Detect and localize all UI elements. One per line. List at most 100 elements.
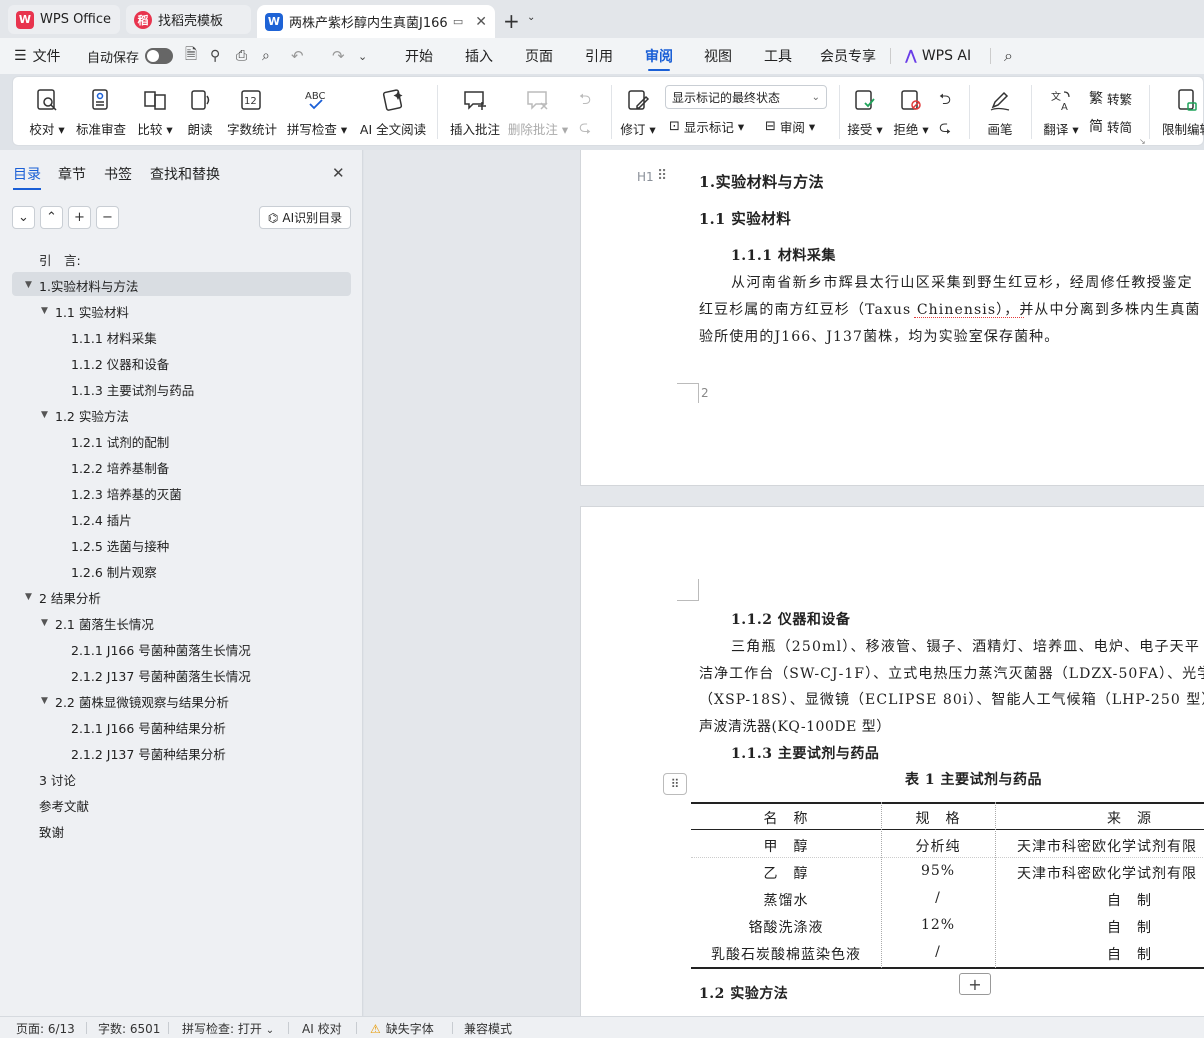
menu-view[interactable]: 视图 xyxy=(704,38,732,74)
read-aloud-button[interactable]: 朗读 xyxy=(183,77,217,147)
table-handle-icon[interactable]: ⠿ xyxy=(663,773,687,795)
chevron-down-icon[interactable]: ⌄ xyxy=(527,12,535,23)
tab-bar: W WPS Office 稻 找稻壳模板 W 两株产紫杉醇内生真菌J166和 ▭… xyxy=(0,0,1204,38)
menu-member[interactable]: 会员专享 xyxy=(820,38,876,74)
toc-item[interactable]: 2.2 菌株显微镜观察与结果分析 xyxy=(55,688,229,714)
print-preview-icon[interactable]: ⌕ xyxy=(262,38,270,74)
ai-read-button[interactable]: AI 全文阅读 xyxy=(355,77,431,147)
toc-item[interactable]: 1.1.1 材料采集 xyxy=(71,324,157,350)
pen-button[interactable]: 画笔 xyxy=(981,77,1019,147)
expand-triangle-icon[interactable]: ▼ xyxy=(41,410,48,420)
expand-up-button[interactable]: ⌃ xyxy=(40,206,63,229)
accept-button[interactable]: 接受 ▾ xyxy=(845,77,885,147)
show-markup-button[interactable]: ⊡ 显示标记 ▾ xyxy=(669,117,744,136)
previous-change-icon[interactable]: ⮌ xyxy=(939,89,951,114)
next-change-icon[interactable]: ⮎ xyxy=(939,117,951,142)
expand-triangle-icon[interactable]: ▼ xyxy=(41,618,48,628)
toc-item[interactable]: 2.1.2 J137 号菌种结果分析 xyxy=(71,740,226,766)
expand-corner-icon[interactable]: ↘ xyxy=(1139,137,1146,146)
tab-bookmarks[interactable]: 书签 xyxy=(104,164,132,184)
proofread-button[interactable]: 校对 ▾ xyxy=(27,77,67,147)
to-traditional-button[interactable]: 繁 转繁 xyxy=(1089,88,1132,108)
redo-icon[interactable]: ↷ xyxy=(332,38,345,74)
print-icon[interactable]: ⎙ xyxy=(236,38,247,74)
search-icon[interactable]: ⌕ xyxy=(1004,38,1013,74)
tab-chapters[interactable]: 章节 xyxy=(58,164,86,184)
remove-heading-button[interactable]: − xyxy=(96,206,119,229)
missing-font-status[interactable]: ⚠ 缺失字体 xyxy=(370,1020,434,1037)
drag-handle-icon[interactable]: ⠿ xyxy=(657,168,667,184)
menu-insert[interactable]: 插入 xyxy=(465,38,493,74)
toc-item[interactable]: 参考文献 xyxy=(39,792,89,818)
close-icon[interactable]: ✕ xyxy=(475,14,487,30)
menu-start[interactable]: 开始 xyxy=(405,38,433,74)
restrict-edit-button[interactable]: 限制编辑 xyxy=(1157,77,1204,147)
expand-triangle-icon[interactable]: ▼ xyxy=(25,280,32,290)
ai-check-status[interactable]: AI 校对 xyxy=(302,1020,342,1037)
toc-item[interactable]: 2 结果分析 xyxy=(39,584,101,610)
toc-item[interactable]: 1.实验材料与方法 xyxy=(39,272,138,298)
file-menu[interactable]: ☰ 文件 xyxy=(14,38,61,74)
menu-review[interactable]: 审阅 xyxy=(645,38,673,74)
toc-item[interactable]: 1.2.6 制片观察 xyxy=(71,558,157,584)
tab-docer[interactable]: 稻 找稻壳模板 xyxy=(126,5,251,34)
tab-document[interactable]: W 两株产紫杉醇内生真菌J166和 ▭ ✕ xyxy=(257,5,495,38)
toc-item[interactable]: 1.2.2 培养基制备 xyxy=(71,454,169,480)
expand-triangle-icon[interactable]: ▼ xyxy=(41,696,48,706)
wps-ai-menu[interactable]: ⋀ WPS AI xyxy=(905,38,971,74)
spell-check-button[interactable]: ABC 拼写检查 ▾ xyxy=(287,77,347,147)
word-count-status[interactable]: 字数: 6501 xyxy=(98,1020,160,1037)
toc-item[interactable]: 2.1.1 J166 号菌种结果分析 xyxy=(71,714,226,740)
insert-comment-button[interactable]: 插入批注 xyxy=(447,77,503,147)
previous-comment-icon[interactable]: ⮌ xyxy=(579,89,591,114)
spell-check-status[interactable]: 拼写检查: 打开 ⌄ xyxy=(182,1020,274,1037)
review-pane-button[interactable]: ⊟ 审阅 ▾ xyxy=(765,117,815,136)
menu-references[interactable]: 引用 xyxy=(585,38,613,74)
page-indicator[interactable]: 页面: 6/13 xyxy=(16,1020,75,1037)
menu-tools[interactable]: 工具 xyxy=(764,38,792,74)
toc-item[interactable]: 1.1 实验材料 xyxy=(55,298,129,324)
collapse-all-button[interactable]: ⌄ xyxy=(12,206,35,229)
add-row-plus-icon[interactable]: + xyxy=(959,973,991,995)
toc-item[interactable]: 2.1 菌落生长情况 xyxy=(55,610,154,636)
toc-item[interactable]: 2.1.2 J137 号菌种菌落生长情况 xyxy=(71,662,251,688)
toc-item[interactable]: 致谢 xyxy=(39,818,64,844)
toc-item[interactable]: 引 言: xyxy=(39,246,81,272)
to-simplified-button[interactable]: 简 转简 xyxy=(1089,116,1132,136)
next-comment-icon[interactable]: ⮎ xyxy=(579,117,591,142)
save-icon[interactable]: 🗎 xyxy=(185,38,197,74)
add-heading-button[interactable]: + xyxy=(68,206,91,229)
undo-icon[interactable]: ↶ xyxy=(291,38,304,74)
menu-page[interactable]: 页面 xyxy=(525,38,553,74)
tab-find-replace[interactable]: 查找和替换 xyxy=(150,164,220,184)
new-tab-plus-icon[interactable]: + xyxy=(503,9,520,33)
toc-item[interactable]: 3 讨论 xyxy=(39,766,76,792)
compare-button[interactable]: 比较 ▾ xyxy=(135,77,175,147)
more-chevron-icon[interactable]: ⌄ xyxy=(358,38,367,74)
markup-select[interactable]: 显示标记的最终状态 ⌄ xyxy=(665,85,827,109)
toc-item[interactable]: 1.2.4 插片 xyxy=(71,506,132,532)
tab-wps-office[interactable]: W WPS Office xyxy=(8,5,120,34)
close-pane-icon[interactable]: ✕ xyxy=(332,164,345,182)
ai-toc-button[interactable]: ⌬ AI识别目录 xyxy=(259,206,351,229)
standard-review-button[interactable]: 标准审查 xyxy=(75,77,127,147)
track-changes-button[interactable]: 修订 ▾ xyxy=(617,77,659,147)
reject-button[interactable]: 拒绝 ▾ xyxy=(891,77,931,147)
toc-item[interactable]: 1.2.3 培养基的灭菌 xyxy=(71,480,182,506)
paragraph-line: 从河南省新乡市辉县太行山区采集到野生红豆杉，经周修任教授鉴定 xyxy=(731,275,1193,291)
toc-item[interactable]: 1.1.2 仪器和设备 xyxy=(71,350,169,376)
toc-item[interactable]: 1.1.3 主要试剂与药品 xyxy=(71,376,194,402)
translate-button[interactable]: 文A 翻译 ▾ xyxy=(1039,77,1083,147)
toc-item[interactable]: 1.2.5 选菌与接种 xyxy=(71,532,169,558)
word-count-button[interactable]: 12 字数统计 xyxy=(225,77,279,147)
toc-item[interactable]: 2.1.1 J166 号菌种菌落生长情况 xyxy=(71,636,251,662)
delete-comment-button[interactable]: 删除批注 ▾ xyxy=(507,77,569,147)
autosave-toggle[interactable]: 自动保存 xyxy=(87,38,174,74)
expand-triangle-icon[interactable]: ▼ xyxy=(25,592,32,602)
expand-triangle-icon[interactable]: ▼ xyxy=(41,306,48,316)
toggle-switch[interactable] xyxy=(145,48,174,64)
format-painter-icon[interactable]: ⚲ xyxy=(210,38,220,74)
tab-toc[interactable]: 目录 xyxy=(13,164,41,190)
toc-item[interactable]: 1.2.1 试剂的配制 xyxy=(71,428,169,454)
toc-item[interactable]: 1.2 实验方法 xyxy=(55,402,129,428)
